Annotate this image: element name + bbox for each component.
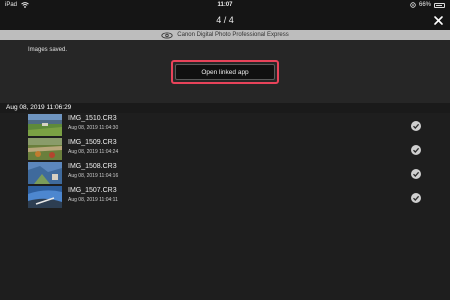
status-time: 11:07 [217,2,233,8]
list-item[interactable]: IMG_1510.CR3 Aug 08, 2019 11:04:30 [0,113,450,137]
battery-icon [434,2,445,8]
nav-bar: 4 / 4 [0,11,450,30]
checkmark-icon [411,121,421,131]
image-filename: IMG_1509.CR3 [68,139,117,146]
close-icon [434,16,443,25]
page-counter: 4 / 4 [216,15,234,25]
status-right: 66% [410,2,445,8]
close-button[interactable] [432,14,445,27]
image-timestamp: Aug 08, 2019 11:04:24 [68,149,119,155]
status-bar: iPad 11:07 66% [0,0,450,11]
image-thumbnail [28,114,62,136]
orientation-lock-icon [410,2,416,8]
image-timestamp: Aug 08, 2019 11:04:30 [68,125,119,131]
checkmark-icon [411,169,421,179]
camera-link-icon [161,32,173,38]
checkmark-icon [411,193,421,203]
date-header-label: Aug 08, 2019 11:06:29 [6,104,72,111]
app-banner: Canon Digital Photo Professional Express [0,30,450,40]
empty-list-area [0,213,450,300]
image-list: IMG_1510.CR3 Aug 08, 2019 11:04:30 IMG_1… [0,113,450,209]
list-item[interactable]: IMG_1507.CR3 Aug 08, 2019 11:04:11 [0,185,450,209]
open-linked-app-button[interactable]: Open linked app [175,64,275,80]
checkmark-icon [411,145,421,155]
saved-message: Images saved. [28,47,68,53]
image-thumbnail [28,138,62,160]
image-timestamp: Aug 08, 2019 11:04:11 [68,197,118,203]
list-item[interactable]: IMG_1509.CR3 Aug 08, 2019 11:04:24 [0,137,450,161]
image-filename: IMG_1510.CR3 [68,115,117,122]
app-name: Canon Digital Photo Professional Express [177,32,289,38]
saved-panel: Images saved. Open linked app [0,40,450,103]
date-header: Aug 08, 2019 11:06:29 [0,103,450,113]
open-button-highlight: Open linked app [171,60,279,84]
list-item[interactable]: IMG_1508.CR3 Aug 08, 2019 11:04:16 [0,161,450,185]
image-filename: IMG_1507.CR3 [68,187,117,194]
image-filename: IMG_1508.CR3 [68,163,117,170]
image-thumbnail [28,186,62,208]
battery-percent: 66% [418,2,431,8]
image-thumbnail [28,162,62,184]
image-timestamp: Aug 08, 2019 11:04:16 [68,173,119,179]
